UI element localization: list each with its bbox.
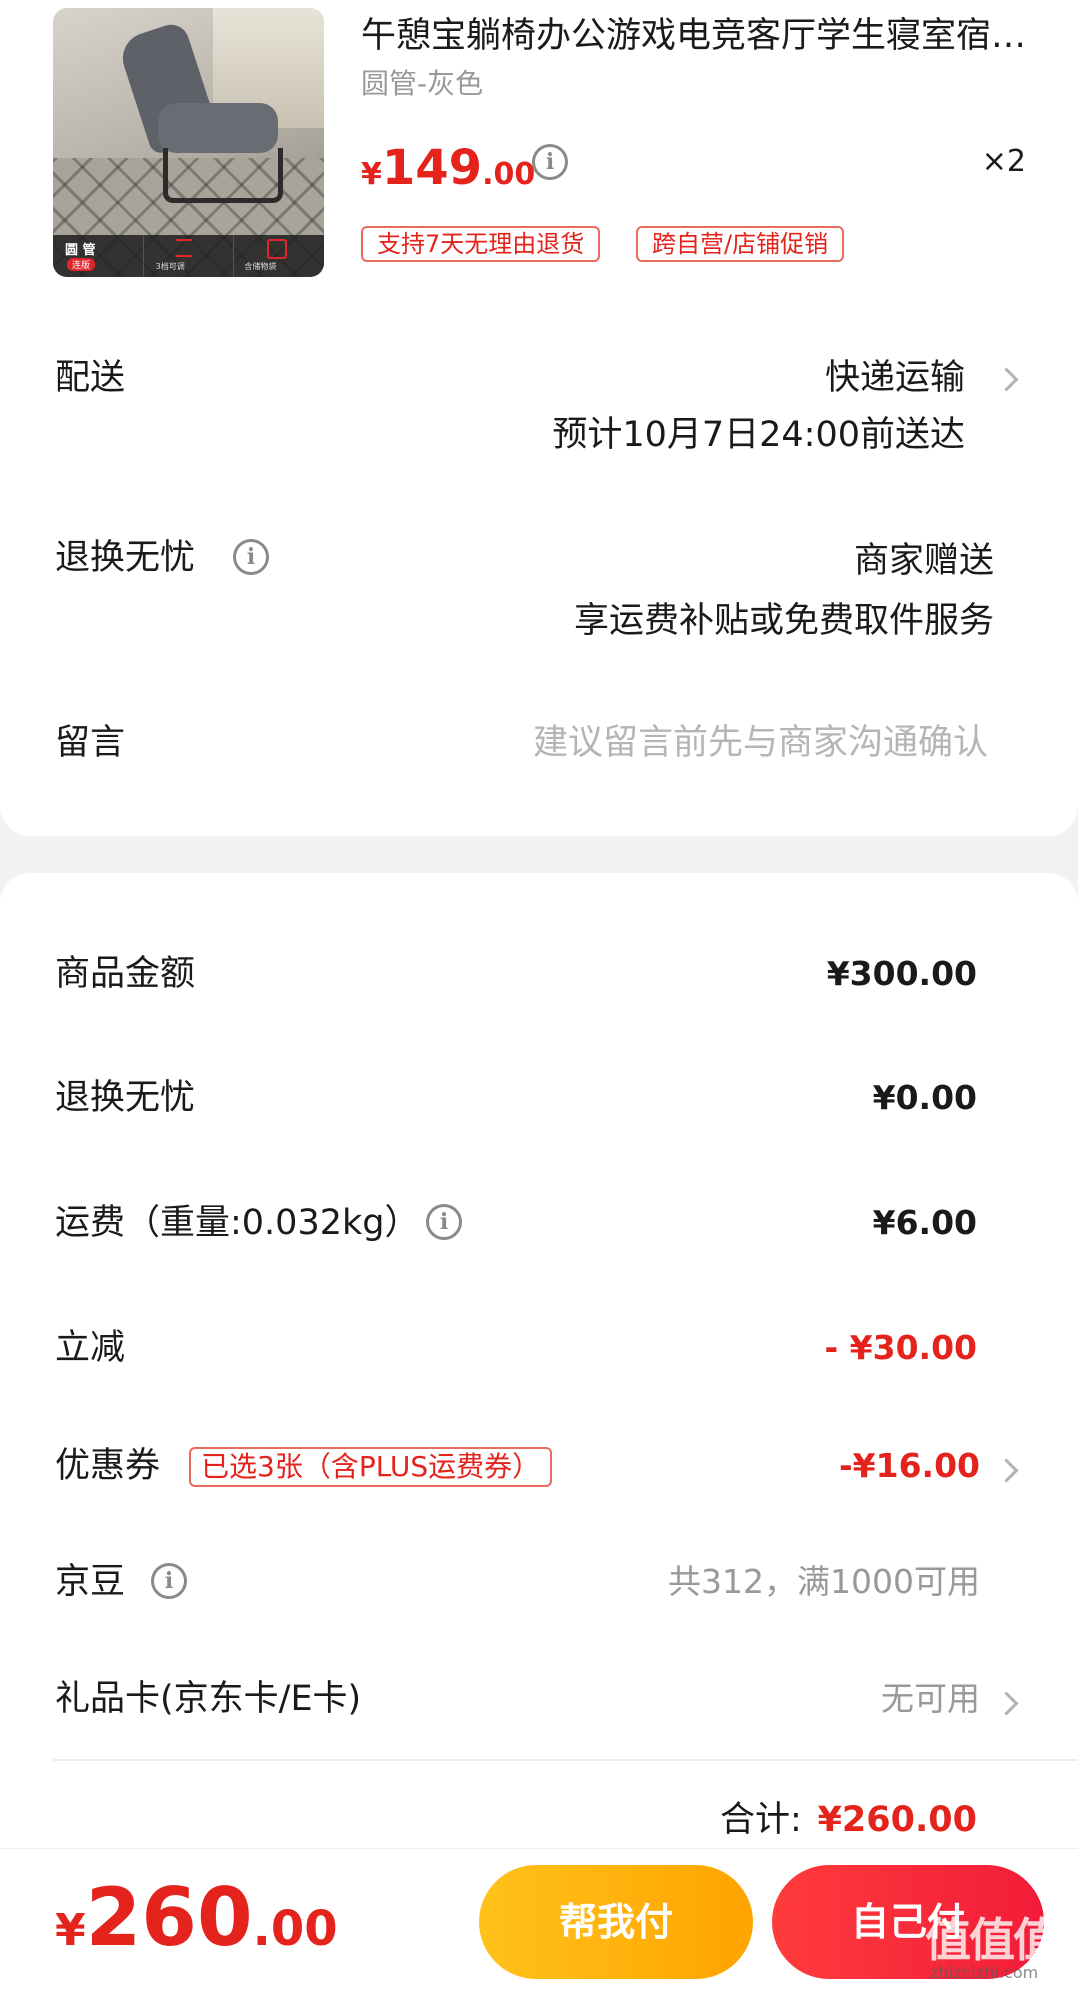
product-quantity: ×2: [981, 144, 1026, 179]
delivery-chevron-icon[interactable]: [994, 367, 1019, 392]
return-policy-tag: 支持7天无理由退货: [361, 226, 601, 262]
price-decimal: .00: [482, 157, 536, 192]
giftcard-label: 礼品卡(京东卡/E卡): [55, 1679, 362, 1719]
message-label: 留言: [55, 723, 126, 763]
goods-amount-label: 商品金额: [55, 954, 196, 994]
message-input[interactable]: 建议留言前先与商家沟通确认: [533, 720, 988, 766]
return-service-label: 退换无忧: [55, 538, 196, 578]
coupon-value[interactable]: -¥16.00: [839, 1443, 980, 1489]
product-title[interactable]: 午憩宝躺椅办公游戏电竞客厅学生寝室宿舍靠背椅: [361, 12, 1031, 60]
coupon-label: 优惠券: [55, 1446, 161, 1486]
product-price: ¥149.00: [361, 138, 535, 209]
return-service-detail: 享运费补贴或免费取件服务: [573, 601, 994, 641]
product-spec: 圆管-灰色: [361, 67, 484, 100]
giftcard-value[interactable]: 无可用: [881, 1676, 980, 1722]
thumb-feature-strip: 圆 管 连版 3档可调 含储物袋: [53, 235, 324, 277]
promotion-tag: 跨自营/店铺促销: [636, 226, 845, 262]
checkout-bar: ¥260.00 帮我付 自己付: [0, 1848, 1078, 1992]
price-info-icon[interactable]: i: [532, 144, 568, 180]
coupon-selected-tag[interactable]: 已选3张（含PLUS运费券）: [189, 1447, 553, 1487]
total-value: ¥260.00: [817, 1800, 977, 1840]
order-item-card: 圆 管 连版 3档可调 含储物袋 午憩宝躺椅办公游戏电竞客厅学生寝室宿舍靠背椅 …: [0, 0, 1078, 836]
site-watermark: 值值值: [925, 1913, 1059, 1967]
shipping-value: ¥6.00: [872, 1203, 977, 1242]
checkout-total-price: ¥260.00: [55, 1873, 338, 1985]
instant-discount-label: 立减: [55, 1328, 126, 1368]
checkout-price-decimal: .00: [252, 1901, 338, 1957]
instant-discount-value: - ¥30.00: [824, 1328, 977, 1367]
product-thumbnail[interactable]: 圆 管 连版 3档可调 含储物袋: [53, 8, 324, 277]
return-info-icon[interactable]: i: [233, 539, 269, 575]
thumb-chair-seat: [158, 103, 278, 153]
storage-bag-icon: [267, 239, 288, 259]
delivery-label: 配送: [55, 358, 126, 398]
jingdou-label: 京豆: [55, 1562, 126, 1602]
price-integer: 149: [381, 140, 483, 196]
return-service-value: 商家赠送: [853, 541, 994, 581]
checkout-price-symbol: ¥: [55, 1905, 86, 1956]
thumb-label-upgrade: 连版: [67, 258, 96, 271]
help-me-pay-button[interactable]: 帮我付: [479, 1865, 753, 1979]
delivery-method[interactable]: 快递运输: [825, 355, 965, 401]
thumb-cell-storage: 含储物袋: [234, 235, 324, 277]
total-label: 合计:: [720, 1800, 802, 1840]
summary-divider: [53, 1759, 1078, 1761]
return-fee-value: ¥0.00: [872, 1078, 977, 1117]
thumb-cell-adjust: 3档可调: [144, 235, 235, 277]
checkout-price-integer: 260: [85, 1871, 253, 1964]
goods-amount-value: ¥300.00: [826, 954, 977, 993]
shipping-info-icon[interactable]: i: [426, 1204, 462, 1240]
price-symbol: ¥: [361, 157, 382, 192]
jingdou-value: 共312，满1000可用: [668, 1562, 980, 1601]
site-watermark-url: zhizhizhi.com: [930, 1963, 1039, 1982]
return-fee-label: 退换无忧: [55, 1078, 196, 1118]
delivery-estimate: 预计10月7日24:00前送达: [552, 415, 965, 455]
thumb-label-round: 圆 管: [65, 243, 96, 258]
thumb-label-adjust: 3档可调: [155, 262, 185, 271]
jingdou-info-icon[interactable]: i: [151, 1563, 187, 1599]
shipping-label: 运费（重量:0.032kg）: [55, 1203, 420, 1243]
thumb-label-storage: 含储物袋: [244, 262, 277, 271]
thumb-cell-round: 圆 管 连版: [53, 235, 144, 277]
adjust-icon: [175, 239, 192, 257]
thumb-chair-leg: [163, 148, 283, 203]
